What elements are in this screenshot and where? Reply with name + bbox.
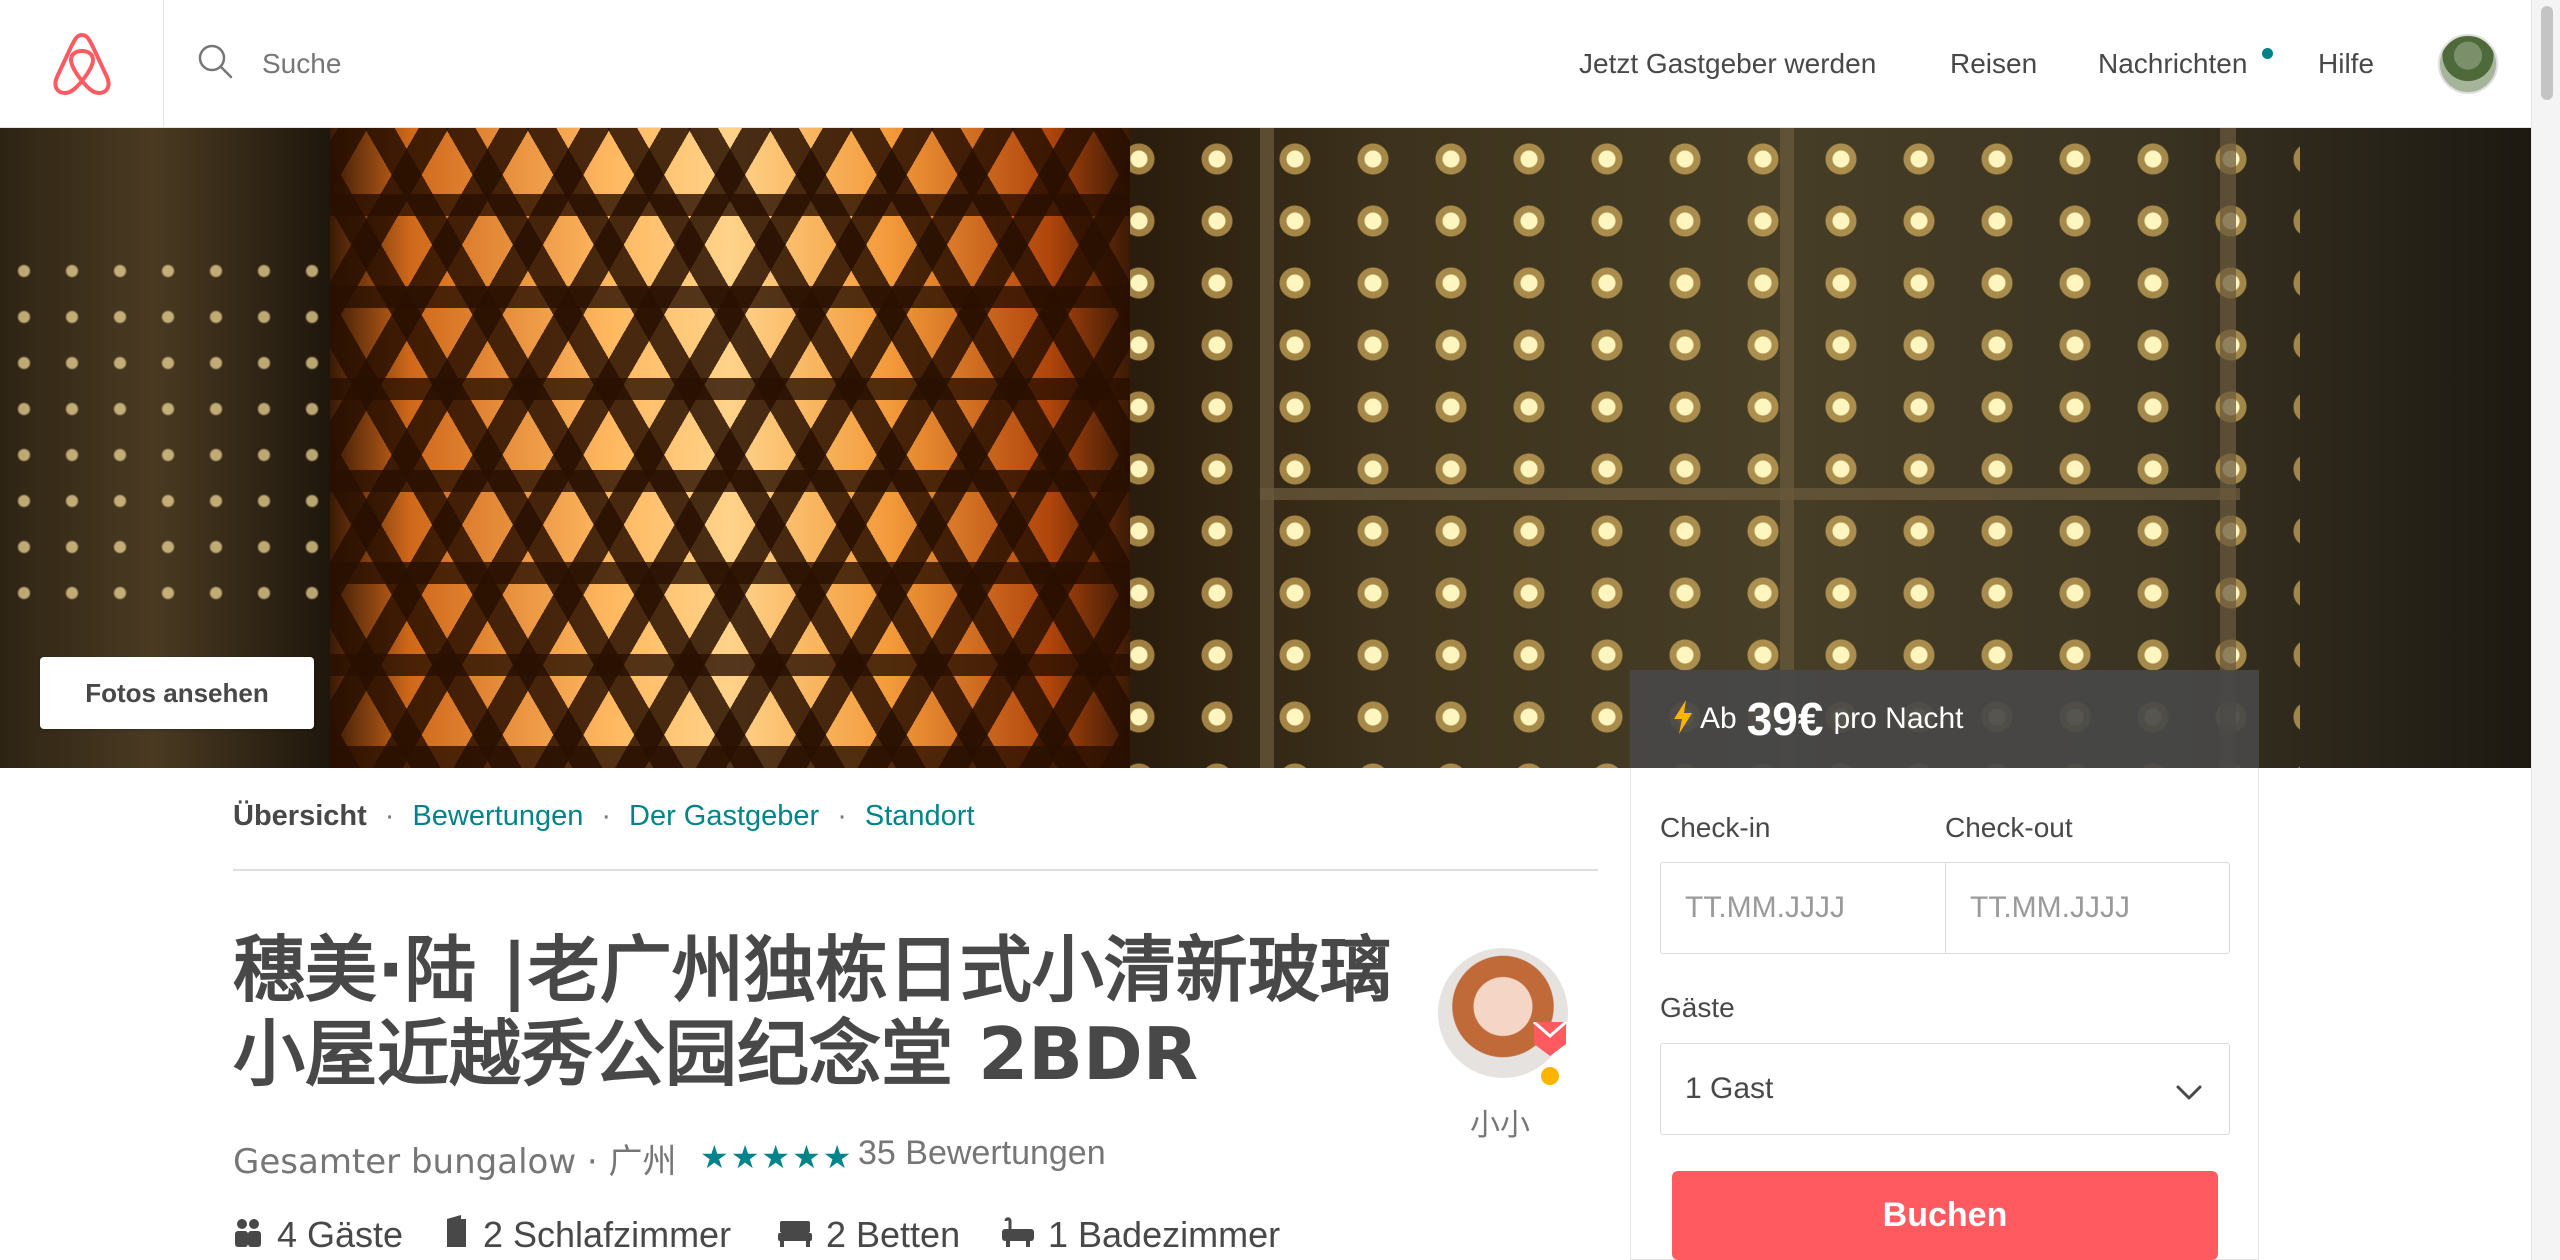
tab-location[interactable]: Standort xyxy=(865,800,975,833)
top-header: Jetzt Gastgeber werden Reisen Nachrichte… xyxy=(0,0,2531,128)
divider xyxy=(233,869,1598,871)
price-suffix: pro Nacht xyxy=(1833,702,1964,735)
tab-reviews[interactable]: Bewertungen xyxy=(412,800,583,833)
listing-title: 穗美·陆 |老广州独栋日式小清新玻璃 小屋近越秀公园纪念堂 2BDR xyxy=(233,928,1413,1096)
checkin-label: Check-in xyxy=(1660,812,1771,843)
amenity-beds-label: 2 Betten xyxy=(826,1214,961,1255)
user-avatar[interactable] xyxy=(2438,34,2498,94)
scrollbar[interactable] xyxy=(2531,0,2560,1260)
amenity-baths-label: 1 Badezimmer xyxy=(1048,1214,1281,1255)
tab-host[interactable]: Der Gastgeber xyxy=(629,800,819,833)
host-name[interactable]: 小小 xyxy=(1470,1100,1530,1144)
checkin-field[interactable]: TT.MM.JJJJ xyxy=(1660,862,1946,954)
guests-icon xyxy=(233,1214,277,1256)
guests-select[interactable]: 1 Gast xyxy=(1660,1043,2230,1135)
amenity-baths: 1 Badezimmer xyxy=(1002,1214,1280,1256)
nav-trips[interactable]: Reisen xyxy=(1950,48,2037,80)
subnav-separator: · xyxy=(601,800,612,832)
nav-help[interactable]: Hilfe xyxy=(2318,48,2374,80)
rating-stars[interactable]: ★★★★★ xyxy=(700,1138,853,1176)
string-lights-left xyxy=(0,248,330,628)
bed-icon xyxy=(778,1214,826,1256)
amenity-beds: 2 Betten xyxy=(778,1214,960,1256)
amenity-bedrooms: 2 Schlafzimmer xyxy=(443,1214,731,1256)
checkout-field[interactable]: TT.MM.JJJJ xyxy=(1945,862,2230,954)
listing-type: Gesamter bungalow · 广州 xyxy=(233,1142,677,1182)
search-icon xyxy=(196,42,236,87)
tab-overview[interactable]: Übersicht xyxy=(233,800,367,833)
window-frame xyxy=(1260,488,2240,500)
window-frame xyxy=(1260,128,1274,768)
price-amount: 39€ xyxy=(1746,693,1824,745)
book-button[interactable]: Buchen xyxy=(1672,1171,2218,1260)
chevron-down-icon xyxy=(2175,1076,2203,1110)
door-icon xyxy=(443,1214,483,1256)
superhost-badge-icon xyxy=(1530,1020,1570,1091)
listing-title-line2: 小屋近越秀公园纪念堂 2BDR xyxy=(233,1012,1199,1096)
checkout-label: Check-out xyxy=(1945,812,2073,843)
subnav-separator: · xyxy=(384,800,395,832)
scrollbar-thumb[interactable] xyxy=(2541,6,2553,100)
airbnb-logo-icon[interactable] xyxy=(0,0,164,128)
amenity-guests-label: 4 Gäste xyxy=(277,1214,404,1255)
amenity-guests: 4 Gäste xyxy=(233,1214,403,1256)
bathtub-icon xyxy=(1002,1214,1048,1256)
subnav-separator: · xyxy=(837,800,847,832)
guests-value: 1 Gast xyxy=(1685,1072,1774,1105)
price-prefix: Ab xyxy=(1700,702,1737,735)
amenity-bedrooms-label: 2 Schlafzimmer xyxy=(483,1214,732,1255)
listing-subnav: Übersicht · Bewertungen · Der Gastgeber … xyxy=(233,800,975,833)
search-input[interactable] xyxy=(260,34,1160,94)
guests-label: Gäste xyxy=(1660,992,1735,1023)
nav-messages[interactable]: Nachrichten xyxy=(2098,48,2247,80)
price-bar: Ab 39€ pro Nacht xyxy=(1630,670,2259,768)
review-count[interactable]: 35 Bewertungen xyxy=(858,1134,1106,1173)
notification-dot-icon xyxy=(2262,48,2273,59)
listing-title-line1: 穗美·陆 |老广州独栋日式小清新玻璃 xyxy=(233,928,1392,1012)
lightning-icon xyxy=(1672,699,1694,739)
nav-become-host[interactable]: Jetzt Gastgeber werden xyxy=(1579,48,1876,80)
lantern xyxy=(330,128,1130,768)
view-photos-button[interactable]: Fotos ansehen xyxy=(40,657,314,729)
